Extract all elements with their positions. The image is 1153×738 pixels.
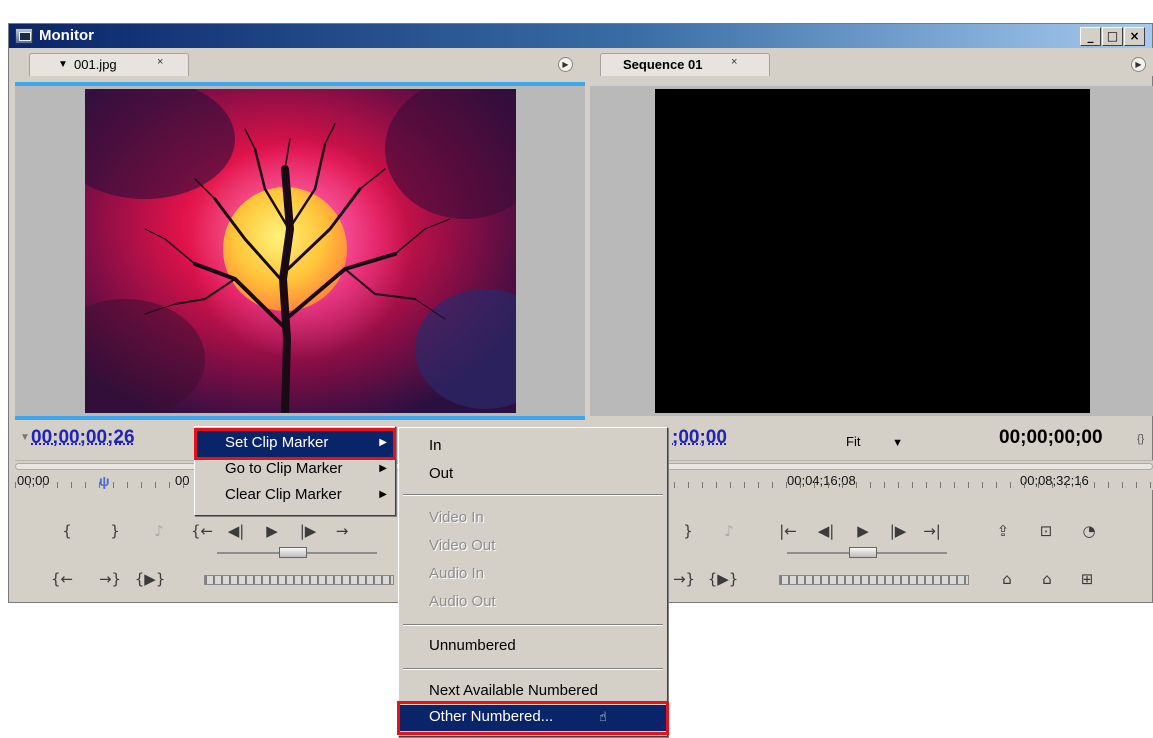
program-video-black [655, 89, 1090, 413]
trim-monitor-icon[interactable]: ⊞ [1075, 570, 1099, 588]
menu-item-go-to-clip-marker[interactable]: Go to Clip Marker ▶ [195, 457, 395, 483]
zoom-value: Fit [846, 434, 861, 449]
source-timecode[interactable]: 00;00;00;26 [31, 427, 135, 449]
source-bottom-indicator [15, 416, 585, 420]
menu-separator [403, 624, 663, 626]
menu-item-label: Video Out [429, 537, 496, 554]
panel-menu-icon[interactable]: ▶ [1131, 57, 1146, 72]
chevron-down-icon[interactable]: ▼ [58, 59, 68, 70]
submenu-item-other-numbered[interactable]: Other Numbered... ☝ [399, 705, 667, 731]
set-marker-icon[interactable]: ♪ [147, 522, 171, 540]
submenu-item-audio-out: Audio Out [399, 590, 667, 616]
menu-item-label: Clear Clip Marker [225, 486, 342, 503]
mark-in-icon[interactable]: { [55, 522, 79, 540]
source-tab-label: 001.jpg [74, 57, 117, 72]
menu-item-set-clip-marker[interactable]: Set Clip Marker ▶ [195, 431, 395, 457]
submenu-item-audio-in: Audio In [399, 562, 667, 588]
menu-item-label: Next Available Numbered [429, 682, 598, 699]
close-icon[interactable]: × [157, 56, 163, 68]
menu-item-label: Audio Out [429, 593, 496, 610]
menu-item-label: Video In [429, 509, 484, 526]
close-icon[interactable]: × [731, 56, 737, 68]
ruler-ticks [590, 482, 1153, 488]
source-shuttle-knob[interactable] [279, 547, 307, 558]
extract-edit-icon[interactable]: ⌂ [1035, 570, 1059, 588]
play-in-to-out-icon[interactable]: {▶} [706, 570, 740, 588]
menu-item-label: Out [429, 465, 454, 482]
play-icon[interactable]: ▶ [260, 522, 284, 540]
mark-out-icon[interactable]: } [676, 522, 700, 540]
submenu-item-video-out: Video Out [399, 534, 667, 560]
tab-source-clip[interactable]: ▼ 001.jpg × [29, 53, 189, 76]
hand-cursor-icon: ☝ [599, 709, 607, 724]
minimize-button[interactable]: _ [1080, 27, 1101, 46]
tab-sequence[interactable]: Sequence 01 × [600, 53, 770, 76]
chevron-down-icon[interactable]: ▼ [892, 437, 903, 449]
submenu-item-video-in: Video In [399, 506, 667, 532]
menu-item-label: Go to Clip Marker [225, 460, 343, 477]
go-to-in-icon[interactable]: |← [773, 522, 803, 540]
clip-marker-context-menu: Set Clip Marker ▶ Go to Clip Marker ▶ Cl… [194, 426, 396, 516]
safe-margins-icon[interactable]: ⊡ [1034, 522, 1058, 540]
zoom-select[interactable]: Fit ▼ [846, 434, 903, 449]
program-shuttle-knob[interactable] [849, 547, 877, 558]
lift-edit-icon[interactable]: ⌂ [995, 570, 1019, 588]
menu-separator [403, 494, 663, 496]
timecode-arrow-icon: ▼ [20, 432, 30, 443]
program-zoom-scrollbar[interactable] [590, 463, 1153, 470]
go-to-out-icon[interactable]: →| [917, 522, 947, 540]
submenu-arrow-icon: ▶ [379, 463, 387, 474]
program-timecode-current[interactable]: ;00;00 [672, 427, 727, 449]
maximize-button[interactable]: □ [1102, 27, 1123, 46]
moon-tree-image [85, 89, 516, 413]
play-icon[interactable]: ▶ [851, 522, 875, 540]
set-clip-marker-submenu: In Out Video In Video Out Audio In Audio… [398, 427, 668, 737]
source-tabstrip: ▼ 001.jpg × ▶ [9, 48, 586, 76]
close-button[interactable]: × [1124, 27, 1145, 46]
title-bar[interactable]: Monitor _ □ × [9, 24, 1152, 48]
source-jog-wheel[interactable] [204, 575, 394, 585]
menu-item-label: Other Numbered... [429, 708, 554, 725]
program-monitor-area[interactable] [590, 86, 1153, 416]
submenu-item-out[interactable]: Out [399, 462, 667, 488]
set-marker-icon[interactable]: ♪ [717, 522, 741, 540]
submenu-item-unnumbered[interactable]: Unnumbered [399, 634, 667, 660]
program-time-ruler[interactable]: 00;04;16;08 00;08;32;16 [590, 460, 1153, 490]
submenu-arrow-icon: ▶ [379, 489, 387, 500]
go-to-out-point-icon[interactable]: →} [95, 570, 125, 588]
menu-item-label: In [429, 437, 442, 454]
program-jog-wheel[interactable] [779, 575, 969, 585]
step-back-icon[interactable]: ◀| [224, 522, 248, 540]
trim-icon[interactable]: {} [1137, 433, 1144, 445]
go-to-out-point-icon[interactable]: →} [669, 570, 699, 588]
go-to-in-point-icon[interactable]: {← [47, 570, 77, 588]
mark-out-icon[interactable]: } [103, 522, 127, 540]
monitor-app-icon [15, 28, 33, 44]
program-duration: 00;00;00;00 [999, 427, 1103, 448]
submenu-arrow-icon: ▶ [379, 437, 387, 448]
menu-item-label: Audio In [429, 565, 485, 582]
menu-item-clear-clip-marker[interactable]: Clear Clip Marker ▶ [195, 483, 395, 509]
go-to-out-icon[interactable]: → [330, 522, 354, 540]
source-monitor-area[interactable] [15, 86, 585, 416]
panel-menu-icon[interactable]: ▶ [558, 57, 573, 72]
menu-item-label: Unnumbered [429, 637, 516, 654]
play-in-to-out-icon[interactable]: {▶} [133, 570, 167, 588]
output-icon[interactable]: ◔ [1077, 522, 1101, 540]
step-forward-icon[interactable]: |▶ [886, 522, 910, 540]
lift-icon[interactable]: ⇪ [991, 522, 1015, 540]
go-to-in-icon[interactable]: {← [190, 522, 214, 540]
program-tabstrip: Sequence 01 × ▶ [590, 48, 1153, 76]
step-forward-icon[interactable]: |▶ [296, 522, 320, 540]
window-title: Monitor [39, 27, 94, 44]
source-clip-image [85, 89, 516, 413]
program-tab-label: Sequence 01 [623, 57, 703, 72]
menu-item-label: Set Clip Marker [225, 434, 329, 451]
submenu-item-next-available-numbered[interactable]: Next Available Numbered [399, 679, 667, 705]
menu-separator [403, 668, 663, 670]
submenu-item-in[interactable]: In [399, 434, 667, 460]
step-back-icon[interactable]: ◀| [814, 522, 838, 540]
